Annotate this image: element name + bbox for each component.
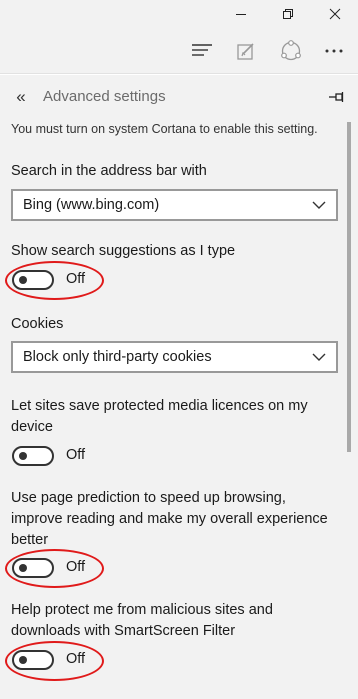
toggle-state-label: Off xyxy=(66,559,86,575)
web-note-button[interactable] xyxy=(224,28,268,74)
scrollbar-thumb[interactable] xyxy=(347,122,351,452)
hub-icon xyxy=(192,44,212,56)
page-prediction-toggle[interactable]: Off xyxy=(11,558,131,580)
chevron-down-icon xyxy=(312,201,326,209)
smartscreen-toggle[interactable]: Off xyxy=(11,650,131,672)
toggle-knob xyxy=(19,564,27,572)
protected-media-label: Let sites save protected media licences … xyxy=(11,398,308,435)
cookies-dropdown[interactable]: Block only third-party cookies xyxy=(11,341,338,373)
more-ellipsis-icon xyxy=(325,49,343,53)
toggle-knob xyxy=(19,452,27,460)
pin-icon xyxy=(329,92,344,102)
share-icon xyxy=(281,40,301,61)
share-button[interactable] xyxy=(269,28,313,74)
toggle-state-label: Off xyxy=(66,651,86,667)
cookies-value: Block only third-party cookies xyxy=(23,349,212,365)
page-prediction-label: Use page prediction to speed up browsing… xyxy=(11,490,328,548)
search-suggestions-label: Show search suggestions as I type xyxy=(11,243,236,259)
title-bar xyxy=(0,0,358,28)
chevron-down-icon xyxy=(312,353,326,361)
pin-button[interactable] xyxy=(326,86,348,108)
more-button[interactable] xyxy=(312,28,356,74)
minimize-button[interactable] xyxy=(218,0,264,28)
toggle-knob xyxy=(19,276,27,284)
restore-icon xyxy=(283,9,293,19)
toggle-state-label: Off xyxy=(66,447,86,463)
back-icon: « xyxy=(16,87,26,106)
web-note-icon xyxy=(237,43,254,60)
browser-toolbar xyxy=(0,28,358,74)
close-button[interactable] xyxy=(312,0,358,28)
toggle-switch[interactable] xyxy=(12,446,54,466)
search-engine-dropdown[interactable]: Bing (www.bing.com) xyxy=(11,189,338,221)
toggle-switch[interactable] xyxy=(12,270,54,290)
search-suggestions-toggle[interactable]: Off xyxy=(11,270,131,292)
panel-header: « Advanced settings xyxy=(0,75,358,119)
toggle-knob xyxy=(19,656,27,664)
back-button[interactable]: « xyxy=(8,85,34,109)
toggle-state-label: Off xyxy=(66,271,86,287)
smartscreen-label: Help protect me from malicious sites and… xyxy=(11,602,273,639)
toggle-switch[interactable] xyxy=(12,558,54,578)
cookies-label: Cookies xyxy=(11,316,64,332)
minimize-icon xyxy=(236,14,246,15)
restore-button[interactable] xyxy=(265,0,311,28)
search-engine-value: Bing (www.bing.com) xyxy=(23,197,160,213)
hub-button[interactable] xyxy=(180,28,224,74)
toggle-switch[interactable] xyxy=(12,650,54,670)
search-engine-label: Search in the address bar with xyxy=(11,163,207,179)
close-icon xyxy=(329,8,341,20)
panel-title: Advanced settings xyxy=(43,88,166,105)
protected-media-toggle[interactable]: Off xyxy=(11,446,131,468)
cortana-note: You must turn on system Cortana to enabl… xyxy=(11,122,318,136)
